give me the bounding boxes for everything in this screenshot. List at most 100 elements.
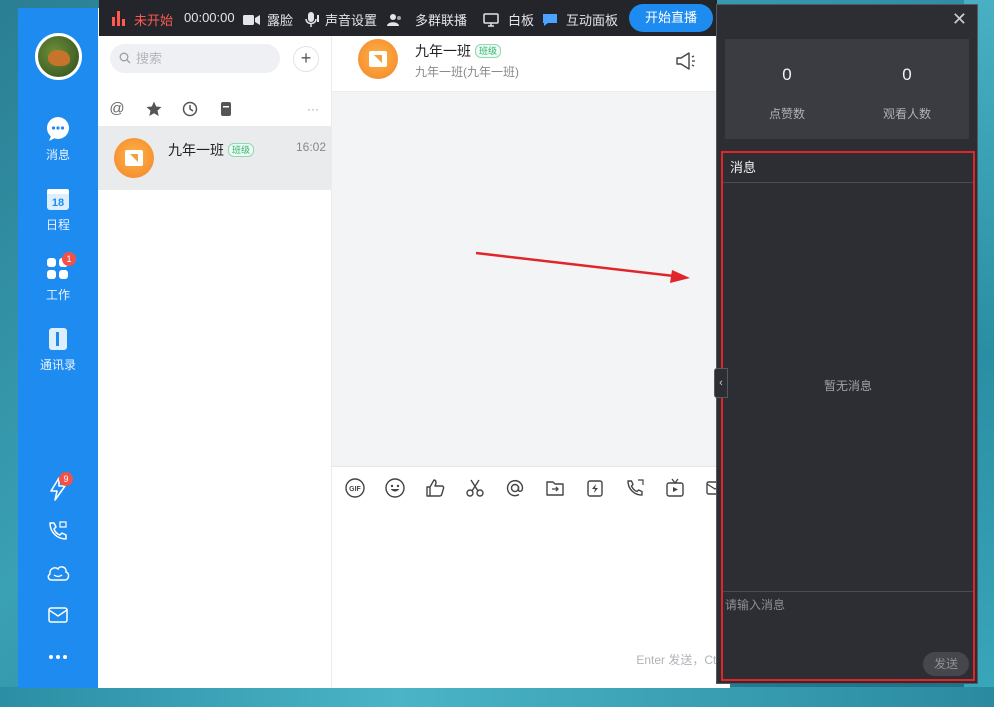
nav-item-contacts[interactable]: 通讯录 — [18, 326, 98, 373]
camera-label: 露脸 — [267, 13, 294, 28]
live-toolbar: 未开始 00:00:00 露脸 声音设置 多群联播 白板 互动面板 开始直播 — [99, 0, 717, 36]
multi-group-label: 多群联播 — [415, 13, 468, 28]
live-tv-icon[interactable] — [664, 477, 686, 499]
search-input[interactable] — [136, 49, 276, 68]
phone-call-icon[interactable] — [624, 477, 646, 499]
calendar-icon: 18 — [47, 189, 69, 210]
message-input[interactable] — [725, 596, 965, 642]
multi-group-broadcast[interactable]: 多群联播 — [387, 10, 467, 29]
conversation-list-pane: + @ ··· 九年一班班级 16:02 — [98, 8, 332, 688]
class-group-avatar — [114, 138, 154, 178]
gif-icon[interactable]: GIF — [344, 477, 366, 499]
plus-icon: + — [300, 48, 312, 68]
chat-bubble-icon — [47, 117, 69, 141]
messages-title: 消息 — [730, 160, 757, 175]
class-tag: 班级 — [228, 143, 255, 157]
filter-row: @ ··· — [98, 94, 332, 124]
ding-lightning-button[interactable]: 9 — [45, 472, 73, 502]
start-live-button[interactable]: 开始直播 — [629, 4, 713, 32]
left-nav-rail: 消息 18 日程 1 工作 通讯录 9 — [18, 8, 98, 688]
cloud-drive-button[interactable] — [45, 560, 71, 586]
nav-item-work[interactable]: 1 工作 — [18, 252, 98, 303]
desktop-wallpaper-bottom — [0, 687, 994, 707]
whiteboard-icon — [483, 13, 499, 27]
chat-header: 九年一班 班级 九年一班(九年一班) — [332, 36, 730, 92]
likes-count: 0 — [782, 65, 792, 84]
nav-item-label: 工作 — [45, 288, 70, 302]
viewers-count: 0 — [902, 65, 912, 84]
search-box[interactable] — [110, 44, 280, 73]
message-input-area: 发送 — [723, 591, 973, 679]
chat-group-avatar[interactable] — [358, 39, 398, 79]
chat-area: 九年一班 班级 九年一班(九年一班) GIF Enter 发送，Ctrl+ — [332, 8, 730, 688]
work-badge: 1 — [62, 252, 76, 266]
whiteboard-button[interactable]: 白板 — [483, 10, 534, 29]
nav-item-label: 消息 — [45, 148, 70, 162]
close-icon[interactable]: ✕ — [952, 10, 967, 28]
svg-text:GIF: GIF — [349, 486, 361, 493]
chat-panel-icon — [543, 14, 557, 26]
sound-settings-label: 声音设置 — [325, 13, 378, 28]
chevron-left-icon: ‹ — [719, 377, 723, 389]
announcement-icon[interactable] — [674, 50, 696, 72]
interactive-panel: ✕ 0 点赞数 0 观看人数 消息 暂无消息 发送 — [716, 4, 978, 684]
class-tag: 班级 — [475, 44, 502, 58]
camera-toggle[interactable]: 露脸 — [243, 10, 293, 29]
chat-title: 九年一班 — [415, 43, 471, 59]
archive-filter-icon[interactable] — [217, 100, 235, 118]
multi-user-icon — [387, 14, 401, 26]
ding-badge: 9 — [59, 472, 73, 486]
nav-item-label: 日程 — [45, 218, 70, 232]
live-stats: 0 点赞数 0 观看人数 — [725, 39, 969, 139]
mail-button[interactable] — [45, 602, 71, 628]
message-composer[interactable]: GIF Enter 发送，Ctrl+ — [332, 466, 730, 688]
viewers-label: 观看人数 — [882, 107, 931, 121]
microphone-icon — [305, 12, 319, 27]
scissors-icon[interactable] — [464, 477, 486, 499]
user-avatar[interactable] — [35, 33, 82, 80]
more-button[interactable] — [45, 644, 71, 670]
conversation-item[interactable]: 九年一班 班级 16:02 — [98, 126, 332, 190]
call-button[interactable] — [45, 518, 71, 544]
star-filter-icon[interactable] — [145, 100, 163, 118]
nav-item-messages[interactable]: 消息 — [18, 116, 98, 163]
more-dots-icon — [49, 655, 67, 659]
whiteboard-label: 白板 — [508, 13, 535, 28]
live-status: 未开始 — [134, 13, 174, 28]
mail-icon — [48, 607, 68, 623]
mention-filter-icon[interactable]: @ — [108, 100, 126, 118]
thumbs-up-icon[interactable] — [424, 477, 446, 499]
nav-item-label: 通讯录 — [39, 358, 76, 372]
send-button[interactable]: 发送 — [923, 652, 969, 676]
live-timer: 00:00:00 — [184, 10, 235, 25]
add-button[interactable]: + — [293, 46, 319, 72]
nav-item-schedule[interactable]: 18 日程 — [18, 186, 98, 233]
calendar-day: 18 — [52, 197, 64, 209]
conversation-name-row: 九年一班 班级 — [168, 140, 255, 160]
panel-collapse-handle[interactable]: ‹ — [714, 368, 728, 398]
cloud-icon — [47, 566, 70, 581]
contacts-book-icon — [49, 328, 67, 350]
likes-label: 点赞数 — [768, 107, 805, 121]
conversation-time: 16:02 — [295, 140, 326, 154]
empty-messages-text: 暂无消息 — [823, 379, 872, 393]
sound-settings[interactable]: 声音设置 — [305, 10, 377, 29]
folder-send-icon[interactable] — [544, 477, 566, 499]
interactive-panel-label: 互动面板 — [566, 13, 619, 28]
signal-bars-icon — [112, 11, 125, 26]
camera-icon — [243, 15, 260, 25]
more-filter-icon[interactable]: ··· — [304, 100, 322, 118]
mention-icon[interactable] — [504, 477, 526, 499]
interactive-panel-button[interactable]: 互动面板 — [542, 10, 618, 29]
clock-filter-icon[interactable] — [181, 100, 199, 118]
messages-header: 消息 — [723, 153, 973, 183]
messages-section: 消息 暂无消息 发送 — [721, 151, 975, 681]
ding-icon[interactable] — [584, 477, 606, 499]
search-icon — [119, 52, 131, 64]
emoji-icon[interactable] — [384, 477, 406, 499]
conversation-name: 九年一班 — [168, 142, 224, 158]
phone-video-icon — [49, 521, 67, 540]
chat-title-row: 九年一班 班级 — [415, 41, 502, 61]
dingtalk-window: 消息 18 日程 1 工作 通讯录 9 搜索 + @ ··· 九年一班 班级 1… — [18, 8, 730, 688]
chat-subtitle: 九年一班(九年一班) — [415, 65, 519, 79]
